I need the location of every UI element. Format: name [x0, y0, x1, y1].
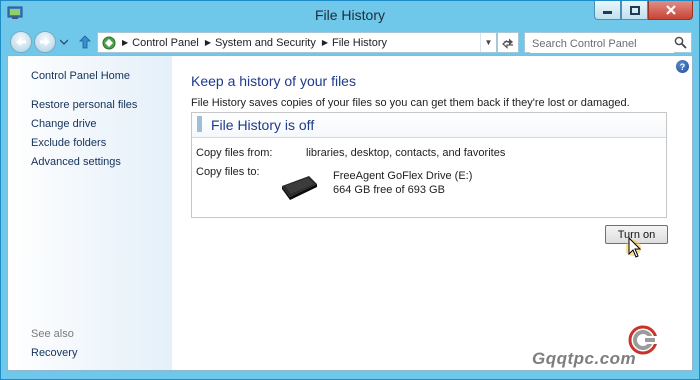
sidebar-item-change-drive[interactable]: Change drive — [31, 118, 96, 130]
see-also-label: See also — [31, 328, 74, 340]
help-icon: ? — [679, 61, 686, 72]
copy-to-label: Copy files to: — [196, 166, 260, 178]
page-heading: Keep a history of your files — [191, 73, 356, 89]
close-icon — [665, 5, 676, 15]
file-history-status-panel: File History is off Copy files from: lib… — [191, 112, 667, 218]
sidebar-item-exclude-folders[interactable]: Exclude folders — [31, 137, 106, 149]
page-description: File History saves copies of your files … — [191, 97, 630, 109]
forward-arrow-icon — [40, 38, 50, 46]
status-accent — [197, 116, 202, 132]
title-bar[interactable]: File History — [1, 1, 699, 28]
help-button[interactable]: ? — [676, 60, 689, 73]
breadcrumb-separator-icon[interactable]: ▶ — [205, 38, 211, 47]
sidebar-item-restore-personal-files[interactable]: Restore personal files — [31, 99, 137, 111]
breadcrumb-separator-icon: ▶ — [122, 38, 129, 47]
breadcrumb-control-panel[interactable]: Control Panel — [132, 37, 199, 49]
back-button[interactable] — [10, 31, 32, 53]
copy-from-value: libraries, desktop, contacts, and favori… — [306, 147, 506, 159]
back-arrow-icon — [16, 38, 26, 46]
breadcrumb-system-and-security[interactable]: System and Security — [215, 37, 316, 49]
sidebar-control-panel-home[interactable]: Control Panel Home — [31, 70, 130, 82]
watermark-text: Gqqtpc.com — [532, 349, 637, 368]
sidebar: Control Panel Home Restore personal file… — [8, 56, 172, 370]
window-controls — [594, 1, 693, 21]
mouse-cursor-icon — [626, 236, 642, 258]
maximize-button[interactable] — [621, 1, 648, 20]
navigation-bar: ▶ Control Panel ▶ System and Security ▶ … — [1, 28, 699, 55]
drive-name: FreeAgent GoFlex Drive (E:) — [333, 170, 473, 182]
address-history-button[interactable]: ▼ — [480, 33, 496, 52]
forward-button[interactable] — [34, 31, 56, 53]
search-icon[interactable] — [674, 36, 687, 49]
minimize-button[interactable] — [594, 1, 621, 20]
breadcrumb-separator-icon[interactable]: ▶ — [322, 38, 328, 47]
content-area: Control Panel Home Restore personal file… — [7, 55, 693, 371]
drive-space: 664 GB free of 693 GB — [333, 184, 445, 196]
status-title: File History is off — [211, 117, 315, 133]
maximize-icon — [629, 5, 640, 15]
file-history-window: File History ▶ Control Panel ▶ System an… — [0, 0, 700, 380]
sidebar-item-advanced-settings[interactable]: Advanced settings — [31, 156, 121, 168]
address-bar[interactable]: ▶ Control Panel ▶ System and Security ▶ … — [97, 32, 497, 53]
minimize-icon — [603, 11, 612, 14]
refresh-icon — [502, 38, 513, 49]
recent-pages-chevron-icon[interactable] — [60, 39, 68, 45]
status-header: File History is off — [192, 113, 666, 138]
control-panel-icon — [102, 36, 116, 49]
chevron-down-icon: ▼ — [484, 38, 493, 47]
up-button[interactable] — [77, 34, 93, 50]
up-arrow-icon — [79, 35, 91, 49]
main-panel: ? Keep a history of your files File Hist… — [172, 56, 692, 370]
external-drive-icon — [282, 176, 317, 200]
breadcrumb-file-history[interactable]: File History — [332, 37, 387, 49]
search-input[interactable] — [530, 34, 674, 53]
close-button[interactable] — [648, 1, 693, 20]
copy-from-label: Copy files from: — [196, 147, 273, 159]
search-box[interactable] — [524, 32, 692, 53]
refresh-button[interactable] — [497, 32, 519, 53]
sidebar-item-recovery[interactable]: Recovery — [31, 347, 77, 359]
